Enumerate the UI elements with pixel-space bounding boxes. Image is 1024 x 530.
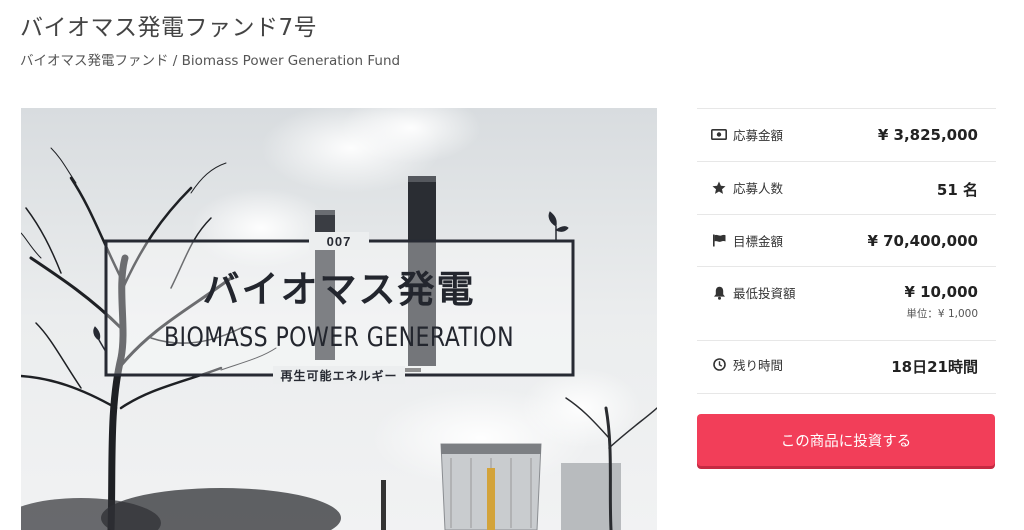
hero-number: 007 <box>327 234 352 249</box>
stat-target-amount: 目標金額 ¥ 70,400,000 <box>697 214 996 266</box>
stat-value: 18日21時間 <box>891 358 978 376</box>
invest-button[interactable]: この商品に投資する <box>697 414 995 466</box>
stat-applied-amount: 応募金額 ¥ 3,825,000 <box>697 108 996 161</box>
stat-value: 51 名 <box>936 181 978 199</box>
stat-applicants: 応募人数 51 名 <box>697 161 996 214</box>
fund-stats-panel: 応募金額 ¥ 3,825,000 応募人数 51 名 目標金額 ¥ 70,400… <box>697 108 996 394</box>
stat-unit-note: 単位：¥ 1,000 <box>906 308 978 320</box>
stat-label: 目標金額 <box>733 234 784 249</box>
clock-icon <box>711 358 727 372</box>
flag-icon <box>711 234 727 248</box>
hero-tagline: 再生可能エネルギー <box>280 368 397 383</box>
stat-value: ¥ 70,400,000 <box>867 232 978 250</box>
hero-title-en: BIOMASS POWER GENERATION <box>164 322 514 353</box>
hero-image: 007 バイオマス発電 BIOMASS POWER GENERATION 再生可… <box>21 108 657 530</box>
money-icon <box>711 128 727 142</box>
stat-value: ¥ 10,000 <box>904 283 978 301</box>
star-icon <box>711 181 727 195</box>
stat-label: 応募金額 <box>733 128 784 143</box>
page-subtitle: バイオマス発電ファンド / Biomass Power Generation F… <box>20 53 401 69</box>
stat-time-left: 残り時間 18日21時間 <box>697 340 996 394</box>
stat-value: ¥ 3,825,000 <box>877 126 978 144</box>
page-title: バイオマス発電ファンド7号 <box>20 15 318 41</box>
stat-min-investment: 最低投資額 ¥ 10,000 単位：¥ 1,000 <box>697 266 996 340</box>
stat-label: 残り時間 <box>733 358 784 373</box>
stat-label: 応募人数 <box>733 181 784 196</box>
stat-label: 最低投資額 <box>733 286 796 301</box>
bell-icon <box>711 286 727 300</box>
hero-title-jp: バイオマス発電 <box>203 268 476 311</box>
